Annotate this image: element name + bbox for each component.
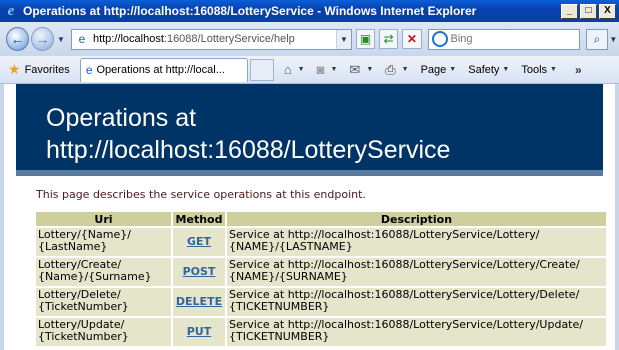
navigation-bar: ← → ▼ e http://localhost:16088/LotterySe… [0,22,619,56]
tools-dropdown-icon: ▼ [550,66,557,73]
safety-menu-label: Safety [468,63,500,76]
column-header-description: Description [227,212,606,226]
page-heading: Operations at http://localhost:16088/Lot… [16,84,603,176]
tab-title: Operations at http://local... [96,64,225,76]
page-intro: This page describes the service operatio… [36,188,366,201]
uri-cell: Lottery/Delete/{TicketNumber} [36,288,171,316]
method-link-put[interactable]: PUT [187,325,212,338]
stop-icon[interactable]: ✕ [402,29,422,49]
rss-icon: ◙ [316,62,325,77]
close-button[interactable]: X [599,3,616,19]
home-icon: ⌂ [283,62,292,77]
method-cell: PUT [173,318,225,346]
address-url-host: http://localhost [92,33,164,45]
search-button[interactable]: ⌕ [586,28,608,50]
method-link-delete[interactable]: DELETE [176,295,222,308]
recent-pages-dropdown-icon[interactable]: ▼ [57,35,65,44]
page-viewport: Operations at http://localhost:16088/Lot… [0,84,619,350]
mail-dropdown-icon[interactable]: ▼ [366,66,373,73]
tools-menu[interactable]: Tools ▼ [521,64,557,76]
window-title: Operations at http://localhost:16088/Lot… [23,4,477,18]
uri-cell: Lottery/Update/{TicketNumber} [36,318,171,346]
operations-table: Uri Method Description Lottery/{Name}/{L… [34,210,608,348]
description-line: {TICKETNUMBER} [229,330,330,343]
search-input[interactable] [450,33,580,45]
search-box[interactable] [427,28,581,50]
page-heading-line1: Operations at [46,104,197,132]
window-title-bar[interactable]: e Operations at http://localhost:16088/L… [0,0,619,22]
page-icon: e [78,32,86,46]
safety-menu[interactable]: Safety ▼ [468,64,509,76]
refresh-icon[interactable]: ⇄ [379,29,399,49]
description-line: {NAME}/{LASTNAME} [229,240,353,253]
feeds-button[interactable]: ◙ ▼ [317,62,338,77]
page-dropdown-icon: ▼ [449,66,457,73]
uri-line: {TicketNumber} [38,300,129,313]
home-button[interactable]: ⌂ ▼ [284,62,305,77]
more-commands-icon[interactable]: » [575,63,582,77]
minimize-button[interactable]: _ [561,3,578,19]
bing-icon [431,31,448,47]
column-header-uri: Uri [36,212,171,226]
page-menu-label: Page [420,63,447,76]
safety-dropdown-icon: ▼ [502,66,510,73]
uri-line: {LastName} [38,240,108,253]
page-icon: e [85,63,93,77]
page-menu[interactable]: Page ▼ [421,64,457,76]
home-dropdown-icon[interactable]: ▼ [298,66,305,73]
mail-icon: ✉ [349,61,361,77]
description-cell: Service at http://localhost:16088/Lotter… [227,288,606,316]
printer-icon: ⎙ [385,61,396,77]
mail-button[interactable]: ✉ ▼ [349,62,373,78]
table-row: Lottery/{Name}/{LastName} GET Service at… [36,228,606,256]
feeds-dropdown-icon[interactable]: ▼ [330,66,337,73]
column-header-method: Method [173,212,225,226]
tools-menu-label: Tools [521,63,548,76]
table-header-row: Uri Method Description [36,212,606,226]
uri-cell: Lottery/Create/{Name}/{Surname} [36,258,171,286]
address-url-path: :16088/LotteryService/help [163,33,295,45]
print-dropdown-icon[interactable]: ▼ [402,66,409,73]
table-row: Lottery/Create/{Name}/{Surname} POST Ser… [36,258,606,286]
method-link-get[interactable]: GET [187,235,211,248]
uri-line: {Name}/{Surname} [38,270,152,283]
method-link-post[interactable]: POST [183,265,216,278]
address-bar[interactable]: e http://localhost:16088/LotteryService/… [70,28,352,50]
favorites-label: Favorites [24,63,70,76]
back-button[interactable]: ← [6,27,30,51]
search-options-dropdown-icon[interactable]: ▼ [608,35,619,44]
table-row: Lottery/Update/{TicketNumber} PUT Servic… [36,318,606,346]
compatibility-view-icon[interactable]: ▣ [355,29,376,49]
table-row: Lottery/Delete/{TicketNumber} DELETE Ser… [36,288,606,316]
method-cell: DELETE [173,288,225,316]
favorites-bar: ★ Favorites e Operations at http://local… [0,56,619,84]
description-line: {NAME}/{SURNAME} [229,270,348,283]
window-controls: _ □ X [561,3,616,19]
print-button[interactable]: ⎙ ▼ [385,62,408,78]
internet-explorer-icon: e [7,3,15,19]
page-heading-line2: http://localhost:16088/LotteryService [46,136,451,164]
forward-button[interactable]: → [31,27,55,51]
description-line: {TICKETNUMBER} [229,300,330,313]
maximize-button[interactable]: □ [580,3,597,19]
address-url[interactable]: http://localhost:16088/LotteryService/he… [93,33,336,45]
command-bar: ⌂ ▼ ◙ ▼ ✉ ▼ ⎙ ▼ Page ▼ Safety ▼ Tools ▼ » [284,62,582,78]
star-icon: ★ [8,61,21,77]
method-cell: GET [173,228,225,256]
uri-cell: Lottery/{Name}/{LastName} [36,228,171,256]
method-cell: POST [173,258,225,286]
description-cell: Service at http://localhost:16088/Lotter… [227,228,606,256]
uri-line: {TicketNumber} [38,330,129,343]
favorites-button[interactable]: ★ Favorites [8,61,70,78]
address-dropdown-icon[interactable]: ▼ [335,29,351,49]
new-tab-button[interactable] [249,58,274,81]
description-cell: Service at http://localhost:16088/Lotter… [227,318,606,346]
tab-operations[interactable]: e Operations at http://local... [79,57,248,82]
description-cell: Service at http://localhost:16088/Lotter… [227,258,606,286]
